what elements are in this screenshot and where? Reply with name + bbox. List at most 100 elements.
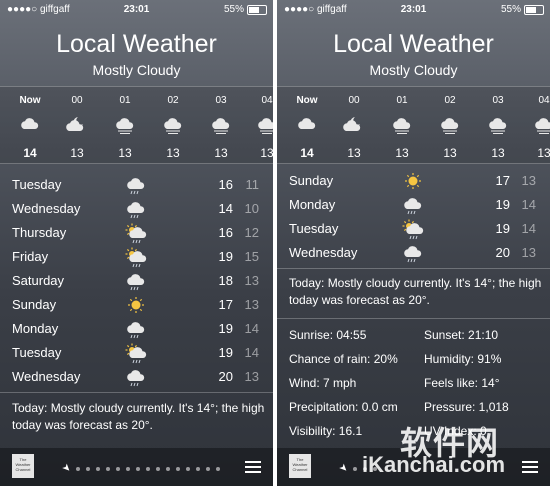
detail-left: Chance of rain: 20% <box>289 352 398 366</box>
page-dot <box>196 466 201 471</box>
hour-label: 02 <box>444 95 456 106</box>
today-summary: Today: Mostly cloudy currently. It's 14°… <box>289 276 542 307</box>
daily-forecast[interactable]: Tuesday 16 11 Wednesday 14 10 Thursday 16 12 Frid… <box>0 172 273 392</box>
low-temp: 10 <box>244 201 259 216</box>
hour-label: 04 <box>261 95 273 106</box>
page-dot <box>146 466 151 471</box>
low-temp: 14 <box>521 221 536 236</box>
page-dot <box>206 466 211 471</box>
high-temp: 19 <box>218 321 233 336</box>
hour-temp: 13 <box>214 146 228 160</box>
page-dot <box>166 466 171 471</box>
page-dot <box>116 466 121 471</box>
daily-row: Wednesday 20 13 <box>277 240 550 264</box>
sun-cloud-rain-icon <box>124 342 148 364</box>
low-temp: 14 <box>244 345 259 360</box>
hourly-item: 01 13 <box>103 87 147 160</box>
weather-screen-right: ●●●●○ giffgaff 23:01 55% Local Weather M… <box>277 0 550 486</box>
low-temp: 12 <box>244 225 259 240</box>
summary-divider <box>0 392 273 393</box>
battery-percent: 55% <box>500 4 521 15</box>
hour-temp: 13 <box>118 146 132 160</box>
hour-temp: 13 <box>166 146 180 160</box>
low-temp: 13 <box>244 273 259 288</box>
page-dot <box>86 466 91 471</box>
logo-text: The Weather Channel <box>15 457 31 472</box>
details-divider <box>277 318 550 319</box>
page-indicator[interactable]: ➤ <box>59 461 221 476</box>
cloud-rain-icon <box>124 198 148 219</box>
detail-left: Precipitation: 0.0 cm <box>289 400 398 414</box>
hourly-item: 02 13 <box>428 87 472 160</box>
weather-screen-left: ●●●●○ giffgaff 23:01 55% Local Weather M… <box>0 0 273 486</box>
sun-icon <box>401 170 425 190</box>
high-temp: 19 <box>218 249 233 264</box>
hour-temp: 13 <box>491 146 505 160</box>
daily-row: Wednesday 20 13 <box>0 364 273 388</box>
cloud-wind-icon <box>380 114 424 136</box>
sun-cloud-rain-icon <box>124 222 148 244</box>
hour-temp: 13 <box>395 146 409 160</box>
page-dot <box>136 466 141 471</box>
day-name: Wednesday <box>12 201 81 216</box>
day-name: Sunday <box>12 297 57 312</box>
low-temp: 14 <box>521 197 536 212</box>
weather-channel-logo[interactable]: The Weather Channel <box>12 454 34 478</box>
hour-temp: 13 <box>260 146 273 160</box>
city-list-icon[interactable] <box>245 461 261 476</box>
detail-right: Sunset: 21:10 <box>424 328 499 342</box>
high-temp: 16 <box>218 225 233 240</box>
battery-icon <box>247 4 267 15</box>
low-temp: 15 <box>244 249 259 264</box>
hour-temp: 13 <box>443 146 457 160</box>
city-list-icon[interactable] <box>522 461 538 476</box>
detail-left: Sunrise: 04:55 <box>289 328 367 342</box>
hourly-item: 00 13 <box>332 87 376 160</box>
page-dot <box>96 466 101 471</box>
daily-row: Monday 19 14 <box>0 316 273 340</box>
partly-cloudy-night-icon <box>55 114 99 136</box>
hourly-item: 03 13 <box>199 87 243 160</box>
page-dot <box>176 466 181 471</box>
hour-label: 03 <box>492 95 504 106</box>
low-temp: 13 <box>244 369 259 384</box>
location-title: Local Weather <box>333 30 494 58</box>
high-temp: 14 <box>218 201 233 216</box>
cloud-rain-icon <box>124 318 148 339</box>
cloud-wind-icon <box>522 114 550 136</box>
high-temp: 19 <box>218 345 233 360</box>
page-dot <box>216 466 221 471</box>
detail-row: Sunrise: 04:55 Sunset: 21:10 <box>289 328 542 352</box>
hourly-forecast[interactable]: Now 14 00 13 01 13 02 13 03 13 04 13 <box>0 86 273 164</box>
hour-label: 00 <box>71 95 83 106</box>
cloud-wind-icon <box>476 114 520 136</box>
daily-row: Wednesday 14 10 <box>0 196 273 220</box>
day-name: Saturday <box>12 273 65 288</box>
hour-temp: 13 <box>347 146 361 160</box>
cloud-wind-icon <box>103 114 147 136</box>
daily-row: Sunday 17 13 <box>277 168 550 192</box>
cloud-rain-icon <box>401 194 425 215</box>
hour-temp: 14 <box>300 146 314 160</box>
cloud-wind-icon <box>428 114 472 136</box>
sun-cloud-rain-icon <box>401 218 425 240</box>
hourly-item: 03 13 <box>476 87 520 160</box>
daily-row: Sunday 17 13 <box>0 292 273 316</box>
hourly-item: 00 13 <box>55 87 99 160</box>
high-temp: 16 <box>218 177 233 192</box>
page-dot <box>106 466 111 471</box>
hourly-forecast[interactable]: Now 14 00 13 01 13 02 13 03 13 04 13 <box>277 86 550 164</box>
page-dot <box>126 466 131 471</box>
cloud-icon <box>285 114 329 136</box>
daily-forecast[interactable]: Sunday 17 13 Monday 19 14 Tuesday 19 14 Wednesday… <box>277 168 550 268</box>
high-temp: 19 <box>495 197 510 212</box>
detail-right: Humidity: 91% <box>424 352 502 366</box>
hour-temp: 13 <box>70 146 84 160</box>
weather-channel-logo[interactable]: The Weather Channel <box>289 454 311 478</box>
high-temp: 20 <box>495 245 510 260</box>
detail-left: Wind: 7 mph <box>289 376 357 390</box>
hour-label: Now <box>19 95 41 106</box>
high-temp: 17 <box>218 297 233 312</box>
location-arrow-icon: ➤ <box>59 461 74 476</box>
hour-label: 01 <box>119 95 131 106</box>
